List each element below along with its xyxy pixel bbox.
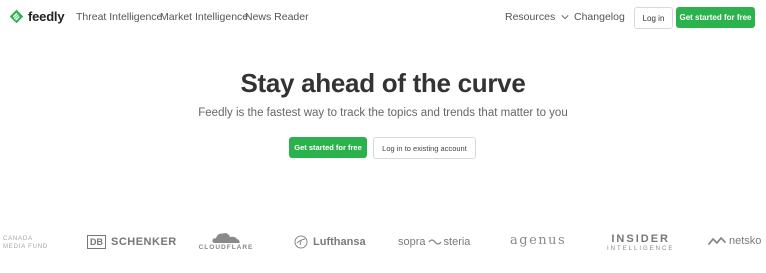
get-started-button[interactable]: Get started for free [676,7,755,28]
feedly-logo[interactable]: feedly [9,9,65,24]
db-schenker-logo: DB SCHENKER [87,235,177,249]
hero-get-started-button[interactable]: Get started for free [289,137,367,158]
netskope-mark-icon [708,237,726,245]
hero-login-existing-button[interactable]: Log in to existing account [373,137,476,159]
lufthansa-wordmark: Lufthansa [313,236,366,248]
brand-name: feedly [28,9,65,24]
crane-icon [294,235,308,249]
canada-media-fund-logo: CANADA MEDIA FUND [3,235,48,251]
netskope-wordmark: netsko [729,235,762,247]
feedly-logo-icon [9,9,24,24]
agenus-logo: agenus [510,233,567,248]
cloudflare-wordmark: CLOUDFLARE [198,244,254,251]
login-button[interactable]: Log in [634,7,673,29]
sopra-wordmark: sopra [398,236,426,248]
chevron-down-icon [561,15,569,20]
nav-market-intelligence[interactable]: Market Intelligence [160,11,248,23]
top-navigation: feedly Threat Intelligence Market Intell… [0,0,766,34]
cmf-line2: MEDIA FUND [3,244,49,250]
cloud-icon [212,233,240,243]
nav-threat-intelligence[interactable]: Threat Intelligence [76,11,162,23]
hero-title: Stay ahead of the curve [240,68,526,98]
nav-resources-dropdown[interactable]: Resources [505,11,569,23]
nav-changelog[interactable]: Changelog [574,11,625,23]
hero-subtitle: Feedly is the fastest way to track the t… [198,107,568,119]
sopra-steria-logo: sopra steria [398,236,470,248]
db-mark: DB [87,235,106,249]
schenker-wordmark: SCHENKER [111,236,177,248]
cmf-line1: CANADA [3,236,33,242]
steria-wordmark: steria [443,236,471,248]
sopra-steria-mark-icon [428,239,442,245]
customer-logos: CANADA MEDIA FUND DB SCHENKER CLOUDFLARE… [0,225,766,261]
nav-resources-label: Resources [505,11,556,23]
netskope-logo: netsko [708,235,761,247]
insider-wordmark: INSIDER [611,233,670,245]
cloudflare-logo: CLOUDFLARE [198,231,254,251]
nav-news-reader[interactable]: News Reader [245,11,309,23]
lufthansa-logo: Lufthansa [294,235,366,249]
intelligence-wordmark: INTELLIGENCE [607,246,675,252]
insider-intelligence-logo: INSIDER INTELLIGENCE [607,233,674,253]
